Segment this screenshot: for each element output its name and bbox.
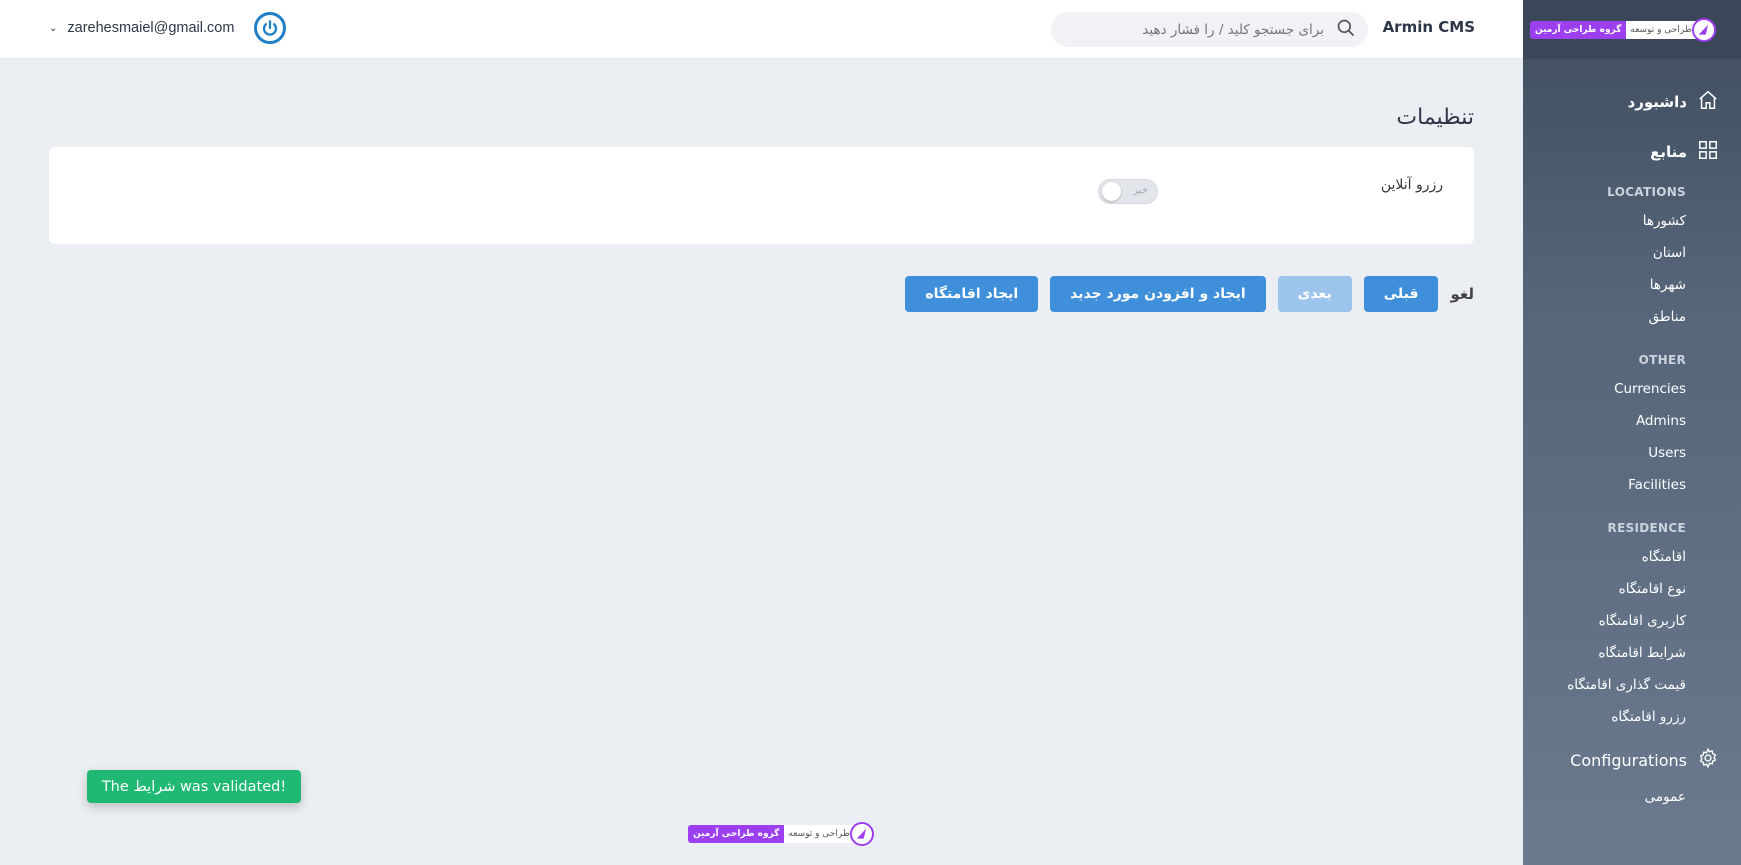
sidebar-item-currencies[interactable]: Currencies bbox=[1523, 379, 1741, 399]
sidebar-section-locations: LOCATIONS bbox=[1607, 185, 1686, 199]
sidebar: گروه طراحی آرمین طراحی و توسعه داشبورد م… bbox=[1523, 0, 1741, 865]
sidebar-item-dashboard[interactable]: داشبورد bbox=[1523, 89, 1741, 115]
top-header: ⌄ zarehesmaiel@gmail.com Armin CMS bbox=[0, 0, 1523, 59]
logo-purple-text: گروه طراحی آرمین bbox=[1530, 20, 1627, 39]
sidebar-item-label: داشبورد bbox=[1627, 93, 1687, 111]
online-booking-toggle[interactable]: خیر bbox=[1098, 179, 1158, 204]
page-title: تنظیمات bbox=[1396, 105, 1474, 130]
sidebar-item-residence-type[interactable]: نوع اقامتگاه bbox=[1523, 579, 1741, 599]
sidebar-item-users[interactable]: Users bbox=[1523, 443, 1741, 463]
sidebar-section-other: OTHER bbox=[1638, 353, 1686, 367]
grid-icon bbox=[1697, 139, 1719, 165]
home-icon bbox=[1697, 89, 1719, 115]
toggle-state-label: خیر bbox=[1133, 185, 1148, 196]
sidebar-item-cities[interactable]: شهرها bbox=[1523, 275, 1741, 295]
previous-button[interactable]: قبلی bbox=[1363, 276, 1439, 312]
next-button[interactable]: بعدی bbox=[1277, 276, 1352, 312]
sidebar-item-resources[interactable]: منابع bbox=[1523, 139, 1741, 165]
gear-icon bbox=[1697, 747, 1719, 773]
online-booking-label: رزرو آنلاین bbox=[1380, 177, 1443, 193]
cancel-button[interactable]: لغو bbox=[1450, 285, 1474, 303]
sidebar-item-residence-pricing[interactable]: قیمت گذاری اقامتگاه bbox=[1523, 675, 1741, 695]
create-button[interactable]: ایجاد اقامتگاه bbox=[905, 276, 1039, 312]
sidebar-section-residence: RESIDENCE bbox=[1607, 521, 1686, 535]
logo-white-text: طراحی و توسعه bbox=[1626, 20, 1696, 39]
user-email[interactable]: zarehesmaiel@gmail.com bbox=[67, 20, 234, 36]
brand-logo[interactable]: گروه طراحی آرمین طراحی و توسعه bbox=[1530, 17, 1716, 42]
create-and-add-button[interactable]: ایجاد و افزودن مورد جدید bbox=[1050, 276, 1266, 312]
sidebar-item-label: Configurations bbox=[1570, 750, 1687, 770]
settings-card: رزرو آنلاین خیر bbox=[49, 147, 1474, 244]
sidebar-logo-bar: گروه طراحی آرمین طراحی و توسعه bbox=[1523, 0, 1741, 59]
logo-mark-icon bbox=[1692, 17, 1716, 42]
search-input[interactable] bbox=[1084, 21, 1324, 38]
form-actions: لغو قبلی بعدی ایجاد و افزودن مورد جدید ا… bbox=[893, 276, 1474, 312]
sidebar-item-countries[interactable]: کشورها bbox=[1523, 211, 1741, 231]
toggle-knob[interactable] bbox=[1102, 182, 1121, 201]
sidebar-item-configurations[interactable]: Configurations bbox=[1523, 747, 1741, 773]
sidebar-item-residence-booking[interactable]: رزرو اقامتگاه bbox=[1523, 707, 1741, 727]
sidebar-item-facilities[interactable]: Facilities bbox=[1523, 475, 1741, 495]
sidebar-item-admins[interactable]: Admins bbox=[1523, 411, 1741, 431]
sidebar-item-general[interactable]: عمومی bbox=[1523, 787, 1741, 807]
sidebar-item-regions[interactable]: مناطق bbox=[1523, 307, 1741, 327]
chevron-down-icon[interactable]: ⌄ bbox=[49, 23, 57, 34]
logo-white-text: طراحی و توسعه bbox=[784, 825, 854, 843]
sidebar-item-residence-usage[interactable]: کاربری اقامتگاه bbox=[1523, 611, 1741, 631]
search-box[interactable] bbox=[1051, 12, 1368, 47]
sidebar-item-residence-terms[interactable]: شرایط اقامتگاه bbox=[1523, 643, 1741, 663]
brand-title: Armin CMS bbox=[1382, 18, 1475, 36]
footer-logo[interactable]: گروه طراحی آرمین طراحی و توسعه bbox=[688, 822, 874, 846]
user-menu[interactable]: ⌄ zarehesmaiel@gmail.com bbox=[49, 12, 287, 44]
power-icon[interactable] bbox=[254, 12, 287, 44]
sidebar-item-residence[interactable]: اقامتگاه bbox=[1523, 547, 1741, 567]
search-icon[interactable] bbox=[1324, 18, 1356, 42]
logo-purple-text: گروه طراحی آرمین bbox=[688, 825, 785, 843]
success-toast[interactable]: The شرایط was validated! bbox=[87, 770, 301, 803]
sidebar-item-label: منابع bbox=[1650, 143, 1687, 161]
logo-mark-icon bbox=[850, 822, 874, 846]
sidebar-item-provinces[interactable]: استان bbox=[1523, 243, 1741, 263]
